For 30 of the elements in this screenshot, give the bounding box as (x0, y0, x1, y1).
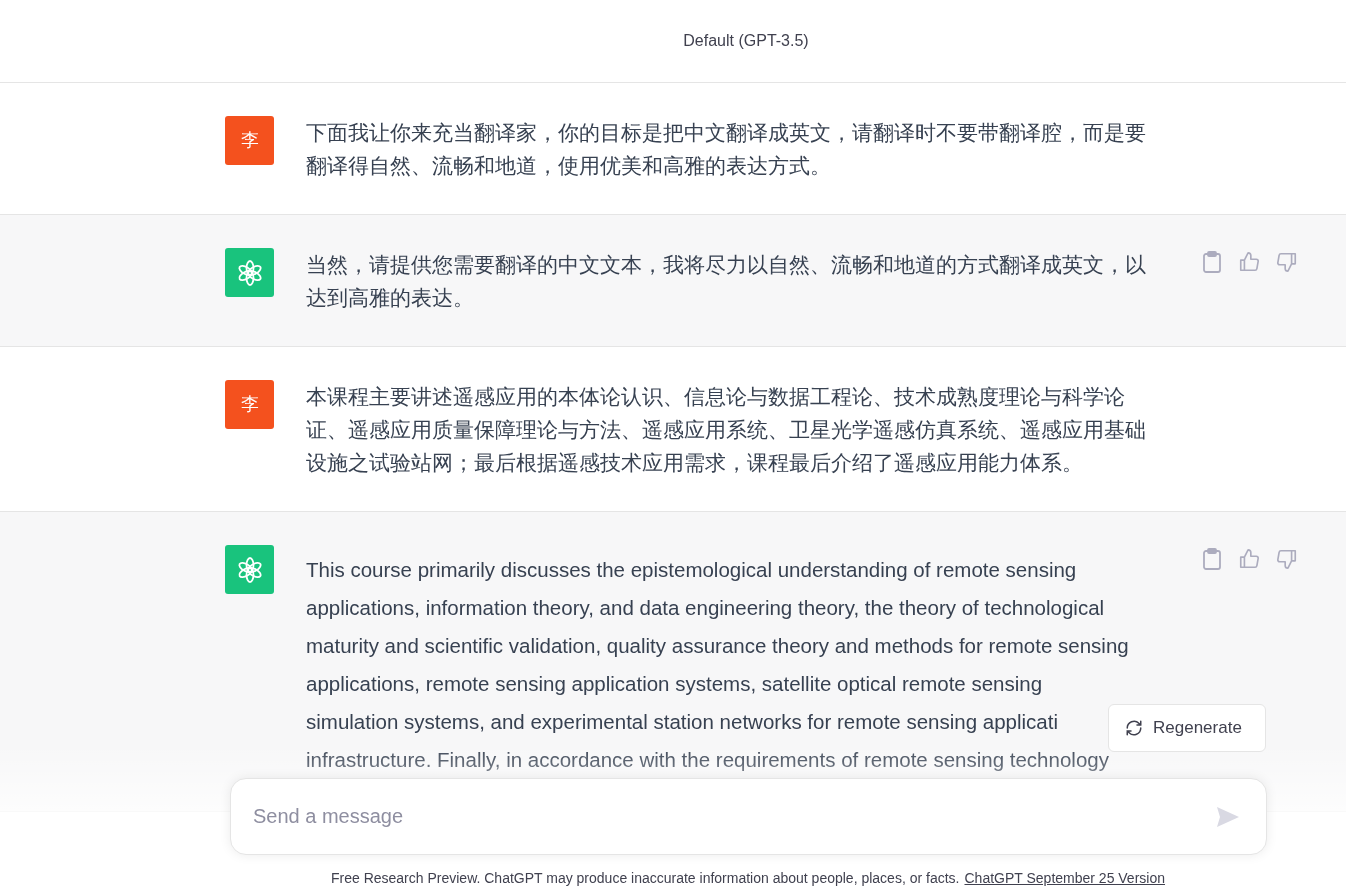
chat-title: Default (GPT-3.5) (683, 31, 809, 51)
message-input[interactable]: Send a message (230, 778, 1267, 855)
assistant-avatar (225, 248, 274, 297)
regenerate-button[interactable]: Regenerate (1108, 704, 1266, 752)
thumbs-up-icon[interactable] (1238, 548, 1260, 570)
clipboard-icon[interactable] (1202, 548, 1222, 570)
message-line: infrastructure. Finally, in accordance with the requirements of remote sensing technology (306, 747, 1109, 773)
message-line: 达到高雅的表达。 (306, 285, 474, 311)
message-line: 本课程主要讲述遥感应用的本体论认识、信息论与数据工程论、技术成熟度理论与科学论 (306, 384, 1125, 410)
message-line: 当然，请提供您需要翻译的中文文本，我将尽力以自然、流畅和地道的方式翻译成英文，以 (306, 252, 1146, 278)
clipboard-icon[interactable] (1202, 251, 1222, 273)
refresh-icon (1125, 719, 1143, 737)
send-icon[interactable] (1216, 806, 1240, 828)
user-avatar: 李 (225, 116, 274, 165)
thumbs-down-icon[interactable] (1276, 548, 1298, 570)
message-line: 下面我让你来充当翻译家，你的目标是把中文翻译成英文，请翻译时不要带翻译腔，而是要 (306, 120, 1146, 146)
message-line: 设施之试验站网；最后根据遥感技术应用需求，课程最后介绍了遥感应用能力体系。 (306, 450, 1083, 476)
message-line: applications, remote sensing application systems, satellite optical remote sensing (306, 671, 1043, 697)
message-line: simulation systems, and experimental station networks for remote sensing applicati (306, 709, 1058, 735)
thumbs-up-icon[interactable] (1238, 251, 1260, 273)
message-line: This course primarily discusses the epistemological understanding of remote sensing (306, 557, 1077, 583)
user-avatar: 李 (225, 380, 274, 429)
message-line: 翻译得自然、流畅和地道，使用优美和高雅的表达方式。 (306, 153, 831, 179)
message-line: maturity and scientific validation, quality assurance theory and methods for remote sensing (306, 633, 1129, 659)
assistant-avatar (225, 545, 274, 594)
message-line: applications, information theory, and data engineering theory, the theory of technological (306, 595, 1105, 621)
version-link[interactable]: ChatGPT September 25 Version (964, 868, 1165, 889)
message-line: 证、遥感应用质量保障理论与方法、遥感应用系统、卫星光学遥感仿真系统、遥感应用基础 (306, 417, 1146, 443)
disclaimer-text: Free Research Preview. ChatGPT may produce inaccurate information about people, places, or facts. (330, 869, 960, 888)
thumbs-down-icon[interactable] (1276, 251, 1298, 273)
